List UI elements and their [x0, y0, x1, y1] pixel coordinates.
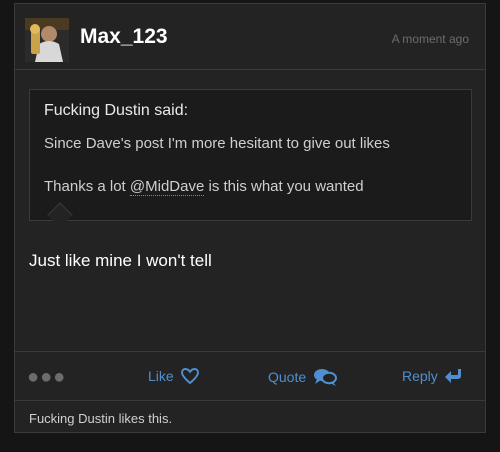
quote-block: Fucking Dustin said: Since Dave's post I…: [29, 89, 472, 221]
reply-arrow-icon: [444, 369, 461, 383]
reply-label: Reply: [402, 368, 438, 384]
likes-summary: Fucking Dustin likes this.: [29, 411, 173, 426]
timestamp[interactable]: A moment ago: [392, 32, 469, 46]
quote-button[interactable]: Quote: [268, 367, 338, 387]
post-header: Max_123 A moment ago: [15, 4, 485, 70]
mention-link[interactable]: @MidDave: [129, 178, 205, 196]
quote-text-suffix: is this what you wanted: [204, 178, 364, 195]
avatar-image-icon: [25, 18, 69, 62]
quote-text-prefix: Thanks a lot: [44, 178, 130, 195]
post-message: Just like mine I won't tell: [29, 251, 212, 270]
quote-label: Quote: [268, 369, 307, 385]
reply-button[interactable]: Reply: [402, 367, 464, 385]
like-button[interactable]: Like: [148, 367, 200, 385]
username[interactable]: Max_123: [80, 25, 168, 49]
more-options-icon[interactable]: ●●●: [27, 366, 66, 389]
quote-author[interactable]: Fucking Dustin said:: [44, 102, 188, 120]
like-label: Like: [148, 368, 174, 384]
avatar[interactable]: [25, 18, 69, 62]
heart-icon: [180, 367, 199, 385]
quote-text-line: Thanks a lot @MidDave is this what you w…: [44, 178, 364, 196]
speech-bubbles-icon: [314, 369, 338, 386]
post-card: Max_123 A moment ago Fucking Dustin said…: [14, 3, 486, 433]
post-actions-bar: ●●● Like Quote Reply: [15, 351, 485, 401]
quote-text-line: Since Dave's post I'm more hesitant to g…: [44, 135, 390, 152]
